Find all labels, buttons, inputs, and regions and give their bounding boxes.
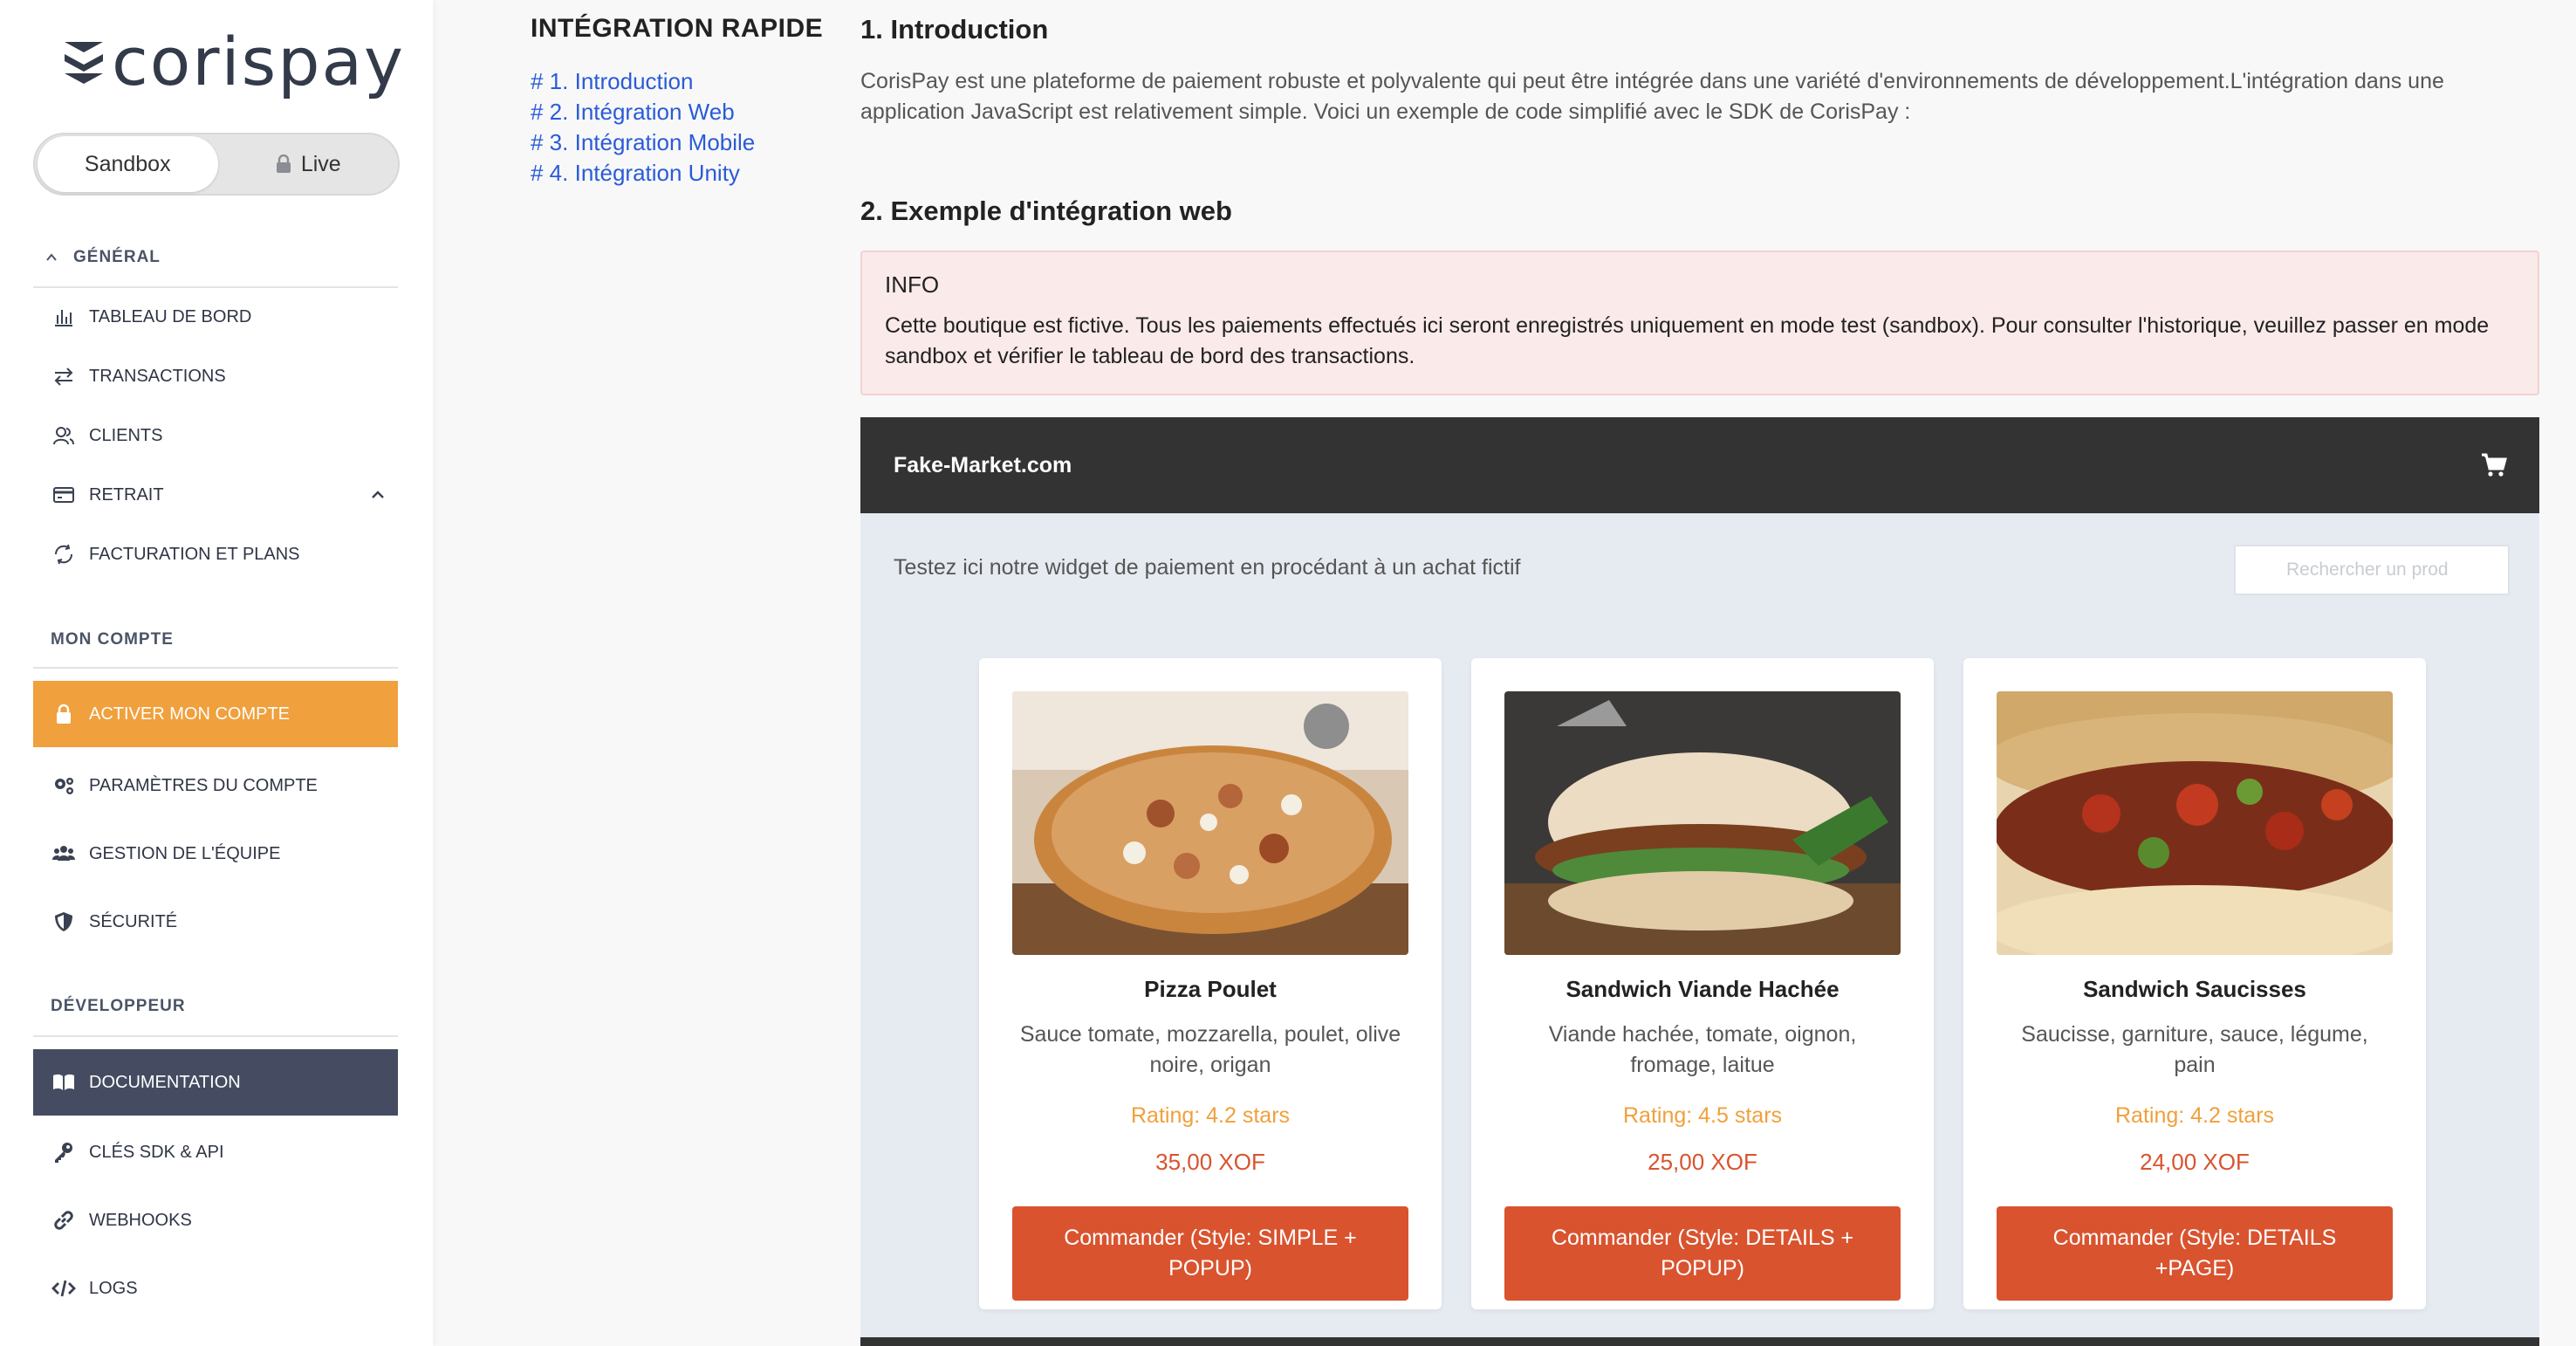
nav-label: CLIENTS xyxy=(89,425,163,445)
brand-logo[interactable]: corispay xyxy=(61,23,405,100)
chevron-up-icon xyxy=(46,253,57,261)
nav-item-security[interactable]: SÉCURITÉ xyxy=(33,889,398,955)
section-account: MON COMPTE xyxy=(51,630,174,649)
divider xyxy=(33,1035,398,1037)
market-navbar: Fake-Market.com xyxy=(860,417,2539,513)
cart-icon[interactable] xyxy=(2480,450,2508,478)
key-icon xyxy=(51,1139,77,1165)
intro-heading: 1. Introduction xyxy=(860,14,1049,45)
nav-item-webhooks[interactable]: WEBHOOKS xyxy=(33,1187,398,1253)
credit-card-icon xyxy=(51,482,77,508)
toc-link-introduction[interactable]: # 1. Introduction xyxy=(531,68,693,95)
live-toggle-button[interactable]: Live xyxy=(218,136,399,192)
chevron-up-icon[interactable] xyxy=(368,485,387,505)
info-title: INFO xyxy=(885,271,940,298)
market-body: Testez ici notre widget de paiement en p… xyxy=(860,513,2539,1346)
nav-label: PARAMÈTRES DU COMPTE xyxy=(89,775,318,795)
product-price: 24,00 XOF xyxy=(2140,1149,2250,1175)
shield-icon xyxy=(51,909,77,935)
market-brand[interactable]: Fake-Market.com xyxy=(894,453,1072,478)
link-icon xyxy=(51,1207,77,1233)
order-button[interactable]: Commander (Style: DETAILS + POPUP) xyxy=(1504,1206,1901,1301)
corispay-logo-icon xyxy=(65,42,103,84)
order-button[interactable]: Commander (Style: SIMPLE + POPUP) xyxy=(1012,1206,1408,1301)
nav-item-activate-account[interactable]: ACTIVER MON COMPTE xyxy=(33,681,398,747)
intro-text: CorisPay est une plateforme de paiement … xyxy=(860,69,2444,124)
nav-item-clients[interactable]: CLIENTS xyxy=(33,402,398,469)
product-title: Pizza Poulet xyxy=(1144,976,1277,1002)
nav-item-transactions[interactable]: TRANSACTIONS xyxy=(33,343,398,409)
product-description: Saucisse, garniture, sauce, légume, pain xyxy=(2021,1022,2368,1077)
toc-link-web[interactable]: # 2. Intégration Web xyxy=(531,99,735,126)
divider xyxy=(33,667,398,669)
nav-label: WEBHOOKS xyxy=(89,1210,192,1230)
product-price: 25,00 XOF xyxy=(1648,1149,1757,1175)
product-search-input[interactable] xyxy=(2234,545,2510,595)
gears-icon xyxy=(51,773,77,799)
product-card: Sandwich Viande Hachée Viande hachée, to… xyxy=(1471,658,1934,1309)
product-price: 35,00 XOF xyxy=(1155,1149,1265,1175)
nav-item-dashboard[interactable]: TABLEAU DE BORD xyxy=(33,284,398,350)
book-icon xyxy=(51,1069,77,1095)
nav-item-account-settings[interactable]: PARAMÈTRES DU COMPTE xyxy=(33,752,398,819)
lock-icon xyxy=(276,155,291,173)
nav-item-sdk-keys[interactable]: CLÉS SDK & API xyxy=(33,1119,398,1185)
nav-label: CLÉS SDK & API xyxy=(89,1142,224,1162)
toc-link-unity[interactable]: # 4. Intégration Unity xyxy=(531,160,740,187)
section-developer: DÉVELOPPEUR xyxy=(51,997,186,1016)
refresh-icon xyxy=(51,541,77,567)
live-label: Live xyxy=(300,151,341,176)
sidebar: corispay Sandbox Live GÉNÉRAL TABLEAU DE… xyxy=(0,0,433,1346)
toc-title: INTÉGRATION RAPIDE xyxy=(531,14,824,43)
nav-item-team[interactable]: GESTION DE L'ÉQUIPE xyxy=(33,821,398,887)
nav-item-billing[interactable]: FACTURATION ET PLANS xyxy=(33,521,398,587)
logo-text: corispay xyxy=(112,22,406,100)
sandbox-toggle-button[interactable]: Sandbox xyxy=(38,136,218,192)
sandbox-label: Sandbox xyxy=(84,151,171,176)
web-heading: 2. Exemple d'intégration web xyxy=(860,196,1232,226)
info-alert: INFO Cette boutique est fictive. Tous le… xyxy=(860,251,2539,395)
order-button[interactable]: Commander (Style: DETAILS +PAGE) xyxy=(1997,1206,2393,1301)
product-rating: Rating: 4.2 stars xyxy=(2114,1103,2275,1128)
team-icon xyxy=(51,841,77,867)
product-title: Sandwich Saucisses xyxy=(2083,976,2306,1002)
nav-item-retrait[interactable]: RETRAIT xyxy=(33,462,398,528)
nav-label: TRANSACTIONS xyxy=(89,366,226,386)
product-image-sandwich-saucisses xyxy=(1997,691,2393,955)
section-account-label: MON COMPTE xyxy=(51,630,174,649)
nav-label: ACTIVER MON COMPTE xyxy=(89,704,291,724)
product-card: Pizza Poulet Sauce tomate, mozzarella, p… xyxy=(979,658,1442,1309)
environment-toggle[interactable]: Sandbox Live xyxy=(33,133,400,196)
market-note: Testez ici notre widget de paiement en p… xyxy=(894,555,1521,580)
nav-label: FACTURATION ET PLANS xyxy=(89,544,300,564)
section-developer-label: DÉVELOPPEUR xyxy=(51,997,186,1015)
nav-label: SÉCURITÉ xyxy=(89,911,178,931)
nav-label: GESTION DE L'ÉQUIPE xyxy=(89,843,281,863)
nav-label: TABLEAU DE BORD xyxy=(89,306,252,326)
nav-label: RETRAIT xyxy=(89,484,164,505)
lock-icon xyxy=(51,701,77,727)
product-title: Sandwich Viande Hachée xyxy=(1565,976,1840,1002)
arrows-exchange-icon xyxy=(51,363,77,389)
section-general[interactable]: GÉNÉRAL xyxy=(46,248,161,267)
product-description: Viande hachée, tomate, oignon, fromage, … xyxy=(1548,1022,1857,1077)
code-icon xyxy=(51,1275,77,1301)
product-card: Sandwich Saucisses Saucisse, garniture, … xyxy=(1963,658,2426,1309)
toc-link-mobile[interactable]: # 3. Intégration Mobile xyxy=(531,129,755,156)
nav-label: DOCUMENTATION xyxy=(89,1072,241,1092)
users-icon xyxy=(51,422,77,449)
product-description: Sauce tomate, mozzarella, poulet, olive … xyxy=(1019,1022,1401,1077)
market-footer-bar xyxy=(860,1337,2539,1346)
bar-chart-icon xyxy=(51,304,77,330)
product-image-pizza xyxy=(1012,691,1408,955)
app-root: corispay Sandbox Live GÉNÉRAL TABLEAU DE… xyxy=(0,0,2576,1346)
nav-item-logs[interactable]: LOGS xyxy=(33,1255,398,1322)
nav-item-documentation[interactable]: DOCUMENTATION xyxy=(33,1049,398,1116)
info-text: Cette boutique est fictive. Tous les pai… xyxy=(885,313,2490,368)
product-rating: Rating: 4.2 stars xyxy=(1130,1103,1291,1128)
section-general-label: GÉNÉRAL xyxy=(73,248,161,266)
nav-label: LOGS xyxy=(89,1278,138,1298)
product-image-sandwich-viande xyxy=(1504,691,1901,955)
product-rating: Rating: 4.5 stars xyxy=(1622,1103,1783,1128)
